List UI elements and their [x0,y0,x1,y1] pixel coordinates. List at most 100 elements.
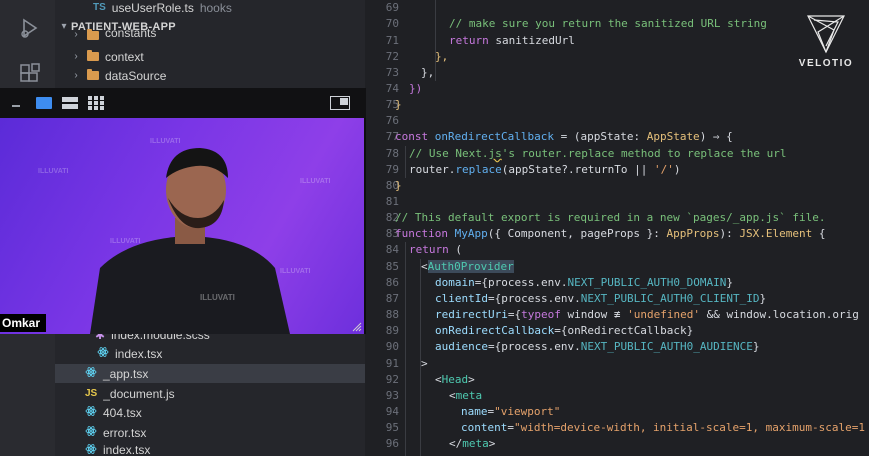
resize-handle-icon[interactable] [352,322,362,332]
line-number: 69 [385,1,399,14]
code-line: clientId={process.env.NEXT_PUBLIC_AUTH0_… [435,292,767,305]
code-line: <Head> [435,373,475,386]
participant-silhouette: ILLUVATI [90,148,290,334]
file-item[interactable]: TS useUserRole.ts hooks [55,0,365,17]
react-file-icon [85,405,97,420]
line-number: 79 [385,163,399,176]
logo-text: VELOTIO [798,58,854,69]
speaker-view-icon[interactable] [36,97,52,109]
line-number: 73 [385,66,399,79]
gallery-view-icon[interactable] [88,96,104,110]
line-number: 94 [385,405,399,418]
code-line: name="viewport" [461,405,561,418]
run-debug-icon[interactable] [18,16,42,40]
participant-name-tag: Omkar [0,314,47,332]
line-number: 87 [385,292,399,305]
folder-name: constants [105,28,157,40]
chevron-right-icon: › [74,29,78,40]
code-line: return ( [409,243,462,256]
shirt-logo: ILLUVATI [200,293,235,302]
code-line: domain={process.env.NEXT_PUBLIC_AUTH0_DO… [435,276,734,289]
line-number: 83 [385,227,399,240]
code-line: <meta [449,389,483,402]
code-line: <Auth0Provider [421,260,514,273]
file-name: _app.tsx [103,366,149,381]
code-line: audience={process.env.NEXT_PUBLIC_AUTH0_… [435,340,760,353]
react-file-icon [85,366,97,381]
react-file-icon [85,443,97,456]
react-file-icon [97,346,109,361]
code-line: // This default export is required in a … [395,211,826,224]
line-number: 85 [385,260,399,273]
line-number: 71 [385,34,399,47]
file-item[interactable]: index.tsx [55,344,365,363]
velotio-logo: VELOTIO [791,12,861,72]
line-number: 90 [385,340,399,353]
file-name: index.tsx [115,346,163,361]
folder-item[interactable]: › dataSource [55,66,365,85]
line-number: 92 [385,373,399,386]
line-number: 96 [385,437,399,450]
video-toolbar [0,88,366,118]
line-number: 91 [385,357,399,370]
line-number: 86 [385,276,399,289]
line-number: 77 [385,130,399,143]
code-line: } [395,179,402,192]
participant-video: ILLUVATI ILLUVATI ILLUVATI ILLUVATI ILLU… [0,118,364,334]
file-item[interactable]: error.tsx [55,423,365,442]
code-line: router.replace(appState?.returnTo || '/'… [409,163,681,176]
file-item[interactable]: JS _document.js [55,384,365,403]
folder-icon [87,69,99,80]
file-name: error.tsx [103,425,147,440]
extensions-icon[interactable] [18,62,42,86]
file-name: _document.js [103,386,175,401]
code-line: } [395,98,402,111]
minimize-icon[interactable] [12,100,20,108]
folder-name: context [105,49,144,64]
code-line: }) [409,82,423,95]
folder-name: dataSource [105,68,167,83]
file-item-selected[interactable]: _app.tsx [55,364,365,383]
line-number: 84 [385,243,399,256]
line-number: 81 [385,195,399,208]
velotio-logo-mark [807,15,845,54]
video-call-window[interactable]: ILLUVATI ILLUVATI ILLUVATI ILLUVATI ILLU… [0,88,366,334]
line-number: 78 [385,147,399,160]
line-number: 75 [385,98,399,111]
strip-view-icon[interactable] [62,97,78,109]
line-number: 93 [385,389,399,402]
javascript-file-icon: JS [85,388,98,399]
folder-item[interactable]: › constants [55,28,365,40]
line-number: 74 [385,82,399,95]
line-number: 82 [385,211,399,224]
file-item[interactable]: index.tsx [55,443,365,456]
line-number: 80 [385,179,399,192]
code-line: content="width=device-width, initial-sca… [461,421,865,434]
indent-guide [435,0,436,81]
code-editor[interactable]: 69 70 71 72 73 74 75 76 77 78 79 80 81 8… [365,0,869,456]
line-number: 95 [385,421,399,434]
code-line: </meta> [449,437,496,450]
code-line: }, [421,66,435,79]
code-line: redirectUri={typeof window ≢ 'undefined'… [435,308,859,321]
indent-guide [405,146,406,178]
file-item[interactable]: 404.tsx [55,403,365,422]
code-line: > [421,357,428,370]
code-line: // Use Next.js's router.replace method t… [409,147,787,160]
indent-guide [405,242,406,456]
line-number: 70 [385,17,399,30]
code-line: return sanitizedUrl [449,34,575,47]
file-name: index.tsx [103,443,151,456]
file-path-hint: hooks [199,0,232,15]
chevron-right-icon: › [74,70,78,81]
folder-icon [87,29,99,40]
folder-item[interactable]: › context [55,47,365,66]
file-name: useUserRole.ts [111,0,194,15]
exit-fullscreen-icon[interactable] [330,96,350,110]
line-number: 76 [385,114,399,127]
typescript-file-icon: TS [93,2,106,13]
code-line: // make sure you return the sanitized UR… [449,17,767,30]
code-line: function MyApp({ Component, pageProps }:… [395,227,826,240]
code-line: const onRedirectCallback = (appState: Ap… [395,130,733,143]
folder-icon [87,50,99,61]
